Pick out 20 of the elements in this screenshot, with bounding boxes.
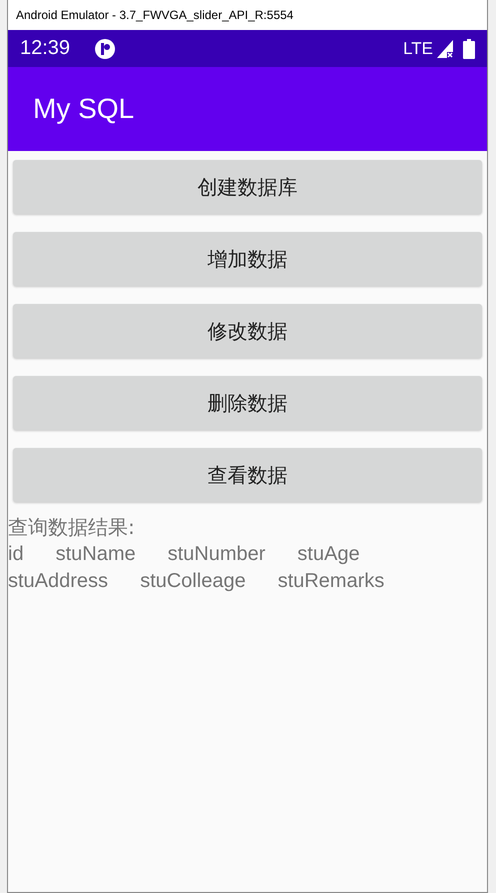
notification-icon — [94, 38, 116, 60]
result-label: 查询数据结果: — [8, 514, 136, 541]
column-header: id — [8, 542, 24, 567]
action-button[interactable]: 增加数据 — [13, 232, 482, 286]
column-header: stuColleage — [140, 569, 246, 594]
app-title: My SQL — [33, 93, 134, 125]
status-time: 12:39 — [20, 37, 70, 60]
column-header: stuName — [56, 542, 136, 567]
battery-icon — [463, 38, 475, 58]
column-header: stuAge — [297, 542, 360, 567]
column-header: stuAddress — [8, 569, 108, 594]
column-header: stuRemarks — [278, 569, 384, 594]
network-type: LTE — [403, 38, 433, 58]
action-button[interactable]: 查看数据 — [13, 448, 482, 502]
action-button[interactable]: 创建数据库 — [13, 160, 482, 214]
column-header: stuNumber — [168, 542, 266, 567]
action-button[interactable]: 修改数据 — [13, 304, 482, 358]
action-button[interactable]: 删除数据 — [13, 376, 482, 430]
signal-icon — [437, 40, 453, 58]
window-title: Android Emulator - 3.7_FWVGA_slider_API_R:5554 — [16, 8, 294, 22]
